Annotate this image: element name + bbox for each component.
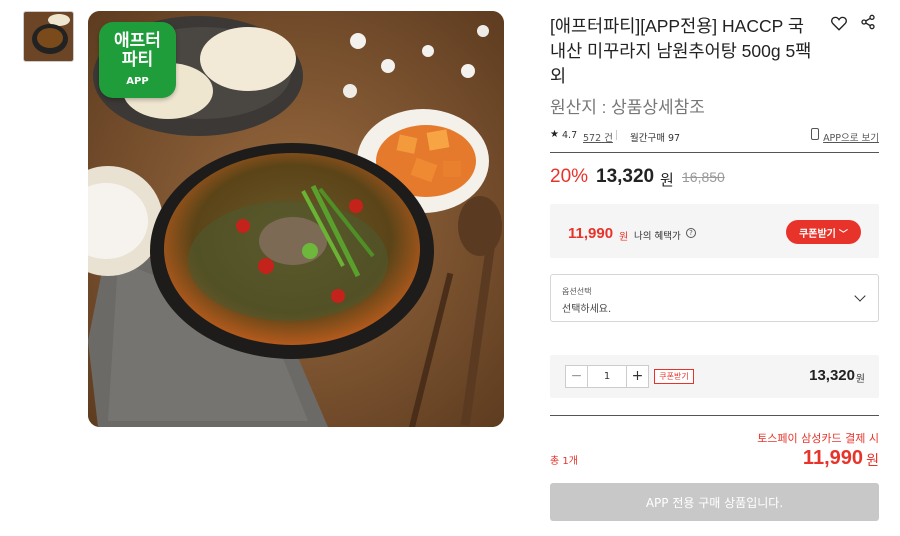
decrease-quantity-button[interactable]: −	[566, 366, 588, 387]
benefit-currency-unit: 원	[619, 232, 629, 243]
coupon-tag-button[interactable]: 쿠폰받기	[654, 369, 694, 384]
quantity-box: − + 쿠폰받기 13,320 원	[550, 355, 879, 398]
benefit-price: 11,990	[568, 225, 614, 242]
get-coupon-button[interactable]: 쿠폰받기 ﹀	[786, 220, 861, 244]
option-select[interactable]: 옵션선택 선택하세요.	[550, 274, 879, 322]
meta-divider	[616, 130, 617, 140]
line-item-price: 13,320	[809, 367, 855, 384]
review-count-link[interactable]: 572 건	[583, 130, 613, 144]
total-price: 11,990	[802, 447, 863, 469]
product-title: [애프터파티][APP전용] HACCP 국내산 미꾸라지 남원추어탕 500g…	[550, 16, 812, 86]
line-item-currency-unit: 원	[855, 374, 865, 385]
star-icon: ★	[550, 129, 559, 140]
product-thumbnail[interactable]	[23, 11, 74, 62]
monthly-purchases: 월간구매 97	[630, 133, 681, 144]
origin-info: 원산지 : 상품상세참조	[550, 98, 705, 117]
quantity-stepper: − +	[565, 365, 649, 388]
original-price: 16,850	[682, 169, 725, 185]
currency-unit: 원	[660, 172, 674, 189]
benefit-label: 나의 혜택가	[634, 231, 681, 242]
option-select-label: 옵션선택	[562, 287, 592, 296]
thumbnail-soup	[37, 28, 63, 48]
badge-brand-line2: 파티	[121, 50, 154, 70]
divider	[550, 415, 879, 416]
get-coupon-label: 쿠폰받기	[799, 228, 836, 240]
sale-price: 13,320	[596, 166, 655, 187]
help-icon[interactable]: ?	[686, 228, 696, 238]
option-select-value: 선택하세요.	[562, 304, 612, 315]
increase-quantity-button[interactable]: +	[626, 366, 648, 387]
app-exclusive-badge: 애프터 파티 APP	[99, 22, 176, 98]
share-icon[interactable]	[860, 14, 876, 30]
product-meta-row: ★ 4.7 572 건 월간구매 97 APP으로 보기	[550, 128, 879, 144]
benefit-price-box: 11,990 원 나의 혜택가 ? 쿠폰받기 ﹀	[550, 204, 879, 258]
badge-app-label: APP	[126, 76, 149, 87]
rating-value: 4.7	[562, 130, 578, 141]
quantity-input[interactable]	[588, 366, 626, 387]
discount-percent: 20%	[550, 166, 589, 187]
chevron-down-icon: ﹀	[838, 229, 848, 240]
heart-icon[interactable]	[830, 14, 848, 32]
app-only-purchase-button[interactable]: APP 전용 구매 상품입니다.	[550, 483, 879, 521]
badge-brand-line1: 애프터	[114, 31, 161, 51]
view-in-app-link[interactable]: APP으로 보기	[823, 130, 879, 144]
payment-promo-text: 토스페이 삼성카드 결제 시	[757, 432, 879, 445]
total-currency-unit: 원	[866, 453, 879, 469]
chevron-down-icon	[854, 290, 866, 302]
divider	[550, 152, 879, 153]
mobile-phone-icon	[811, 128, 819, 140]
total-count: 총 1개	[550, 456, 578, 467]
